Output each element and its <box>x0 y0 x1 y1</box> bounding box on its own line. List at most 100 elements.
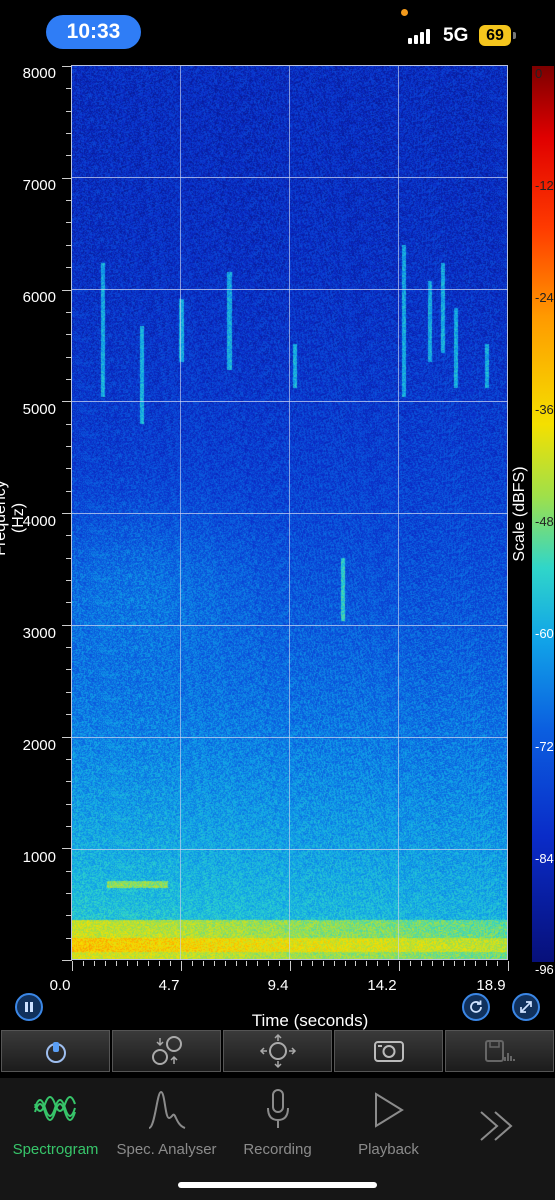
grid-line <box>72 513 508 514</box>
x-minor-tick <box>311 961 313 966</box>
x-minor-tick <box>475 961 477 966</box>
y-minor-tick <box>66 200 72 202</box>
x-minor-tick <box>246 961 248 966</box>
cellular-signal-icon <box>408 28 436 44</box>
x-minor-tick <box>366 961 368 966</box>
x-minor-tick <box>126 961 128 966</box>
save-button[interactable] <box>445 1030 554 1072</box>
x-minor-tick <box>235 961 237 966</box>
scale-tick-label: -72 <box>535 739 554 754</box>
y-tick-label: 1000 <box>22 849 56 866</box>
y-minor-tick <box>66 602 72 604</box>
x-minor-tick <box>486 961 488 966</box>
grid-line <box>72 625 508 626</box>
scale-tick-label: 0 <box>535 66 543 81</box>
tab-spectrogram[interactable]: Spectrogram <box>0 1088 111 1168</box>
x-minor-tick <box>300 961 302 966</box>
zoom-vertical-button[interactable] <box>112 1030 221 1072</box>
y-minor-tick <box>62 66 72 67</box>
tab-recording[interactable]: Recording <box>222 1088 333 1168</box>
y-minor-tick <box>66 915 72 917</box>
y-tick-label: 2000 <box>22 737 56 754</box>
grid-line <box>72 737 508 738</box>
y-minor-tick <box>66 691 72 693</box>
x-minor-tick <box>508 961 509 971</box>
x-axis-title: Time (seconds) <box>251 1011 369 1030</box>
y-tick-label: 6000 <box>22 289 56 306</box>
x-minor-tick <box>170 961 172 966</box>
x-minor-tick <box>377 961 379 966</box>
x-minor-tick <box>388 961 390 966</box>
x-minor-tick <box>399 961 400 971</box>
status-bar: 10:33 5G 69 <box>0 0 555 60</box>
tab-playback[interactable]: Playback <box>333 1088 444 1168</box>
y-minor-tick <box>62 177 72 179</box>
x-minor-tick <box>333 961 335 966</box>
y-minor-tick <box>66 445 72 447</box>
y-minor-tick <box>66 378 72 380</box>
x-minor-tick <box>104 961 106 966</box>
y-minor-tick <box>66 133 72 135</box>
pause-icon <box>25 1002 33 1012</box>
x-minor-tick <box>442 961 444 966</box>
grid-line <box>72 401 508 402</box>
snapshot-button[interactable] <box>334 1030 443 1072</box>
toolbar <box>0 1030 555 1074</box>
refresh-icon <box>470 1000 482 1013</box>
x-minor-tick <box>202 961 204 966</box>
refresh-button[interactable] <box>462 993 490 1021</box>
y-minor-tick <box>66 937 72 939</box>
tab-spec-analyser[interactable]: Spec. Analyser <box>111 1088 222 1168</box>
x-tick-label: 18.9 <box>476 977 506 994</box>
x-tick-label: 4.7 <box>158 977 180 994</box>
scale-tick-label: -60 <box>535 626 554 641</box>
y-minor-tick <box>66 803 72 805</box>
y-minor-tick <box>66 758 72 760</box>
x-minor-tick <box>93 961 95 966</box>
x-minor-tick <box>464 961 466 966</box>
x-minor-tick <box>148 961 150 966</box>
x-minor-tick <box>420 961 422 966</box>
y-minor-tick <box>66 356 72 358</box>
x-minor-tick <box>213 961 215 966</box>
y-minor-tick <box>62 401 72 403</box>
x-minor-tick <box>344 961 346 966</box>
y-minor-tick <box>66 557 72 559</box>
pan-button[interactable] <box>223 1030 332 1072</box>
grid-line <box>398 66 399 960</box>
x-minor-tick <box>257 961 259 966</box>
x-minor-tick <box>224 961 226 966</box>
y-minor-tick <box>66 892 72 894</box>
y-minor-tick <box>66 423 72 425</box>
scale-tick-label: -96 <box>535 962 554 977</box>
tab-more[interactable] <box>444 1088 555 1168</box>
snapshot-icon <box>373 1041 404 1062</box>
x-minor-tick <box>82 961 84 966</box>
grid-line <box>72 289 508 290</box>
input-gain-button[interactable] <box>1 1030 110 1072</box>
y-minor-tick <box>66 535 72 537</box>
y-minor-tick <box>66 334 72 336</box>
y-minor-tick <box>66 580 72 582</box>
x-minor-tick <box>159 961 161 966</box>
battery-icon <box>513 32 516 39</box>
y-minor-tick <box>62 848 72 850</box>
x-minor-tick <box>355 961 357 966</box>
y-axis-title: Frequency (Hz) <box>0 480 27 556</box>
y-minor-tick <box>66 669 72 671</box>
x-tick-label: 9.4 <box>267 977 289 994</box>
x-minor-tick <box>409 961 411 966</box>
y-minor-tick <box>62 736 72 738</box>
pause-button[interactable] <box>15 993 43 1021</box>
y-minor-tick <box>66 490 72 492</box>
play-icon <box>375 1092 404 1128</box>
x-minor-tick <box>72 961 73 971</box>
expand-button[interactable] <box>512 993 540 1021</box>
zoom-pan-vertical-icon <box>151 1036 182 1065</box>
privacy-indicator-dot <box>401 9 408 16</box>
x-minor-tick <box>279 961 281 966</box>
y-minor-tick <box>62 960 72 961</box>
more-icon <box>480 1111 513 1141</box>
y-tick-label: 3000 <box>22 625 56 642</box>
home-indicator <box>178 1182 377 1188</box>
